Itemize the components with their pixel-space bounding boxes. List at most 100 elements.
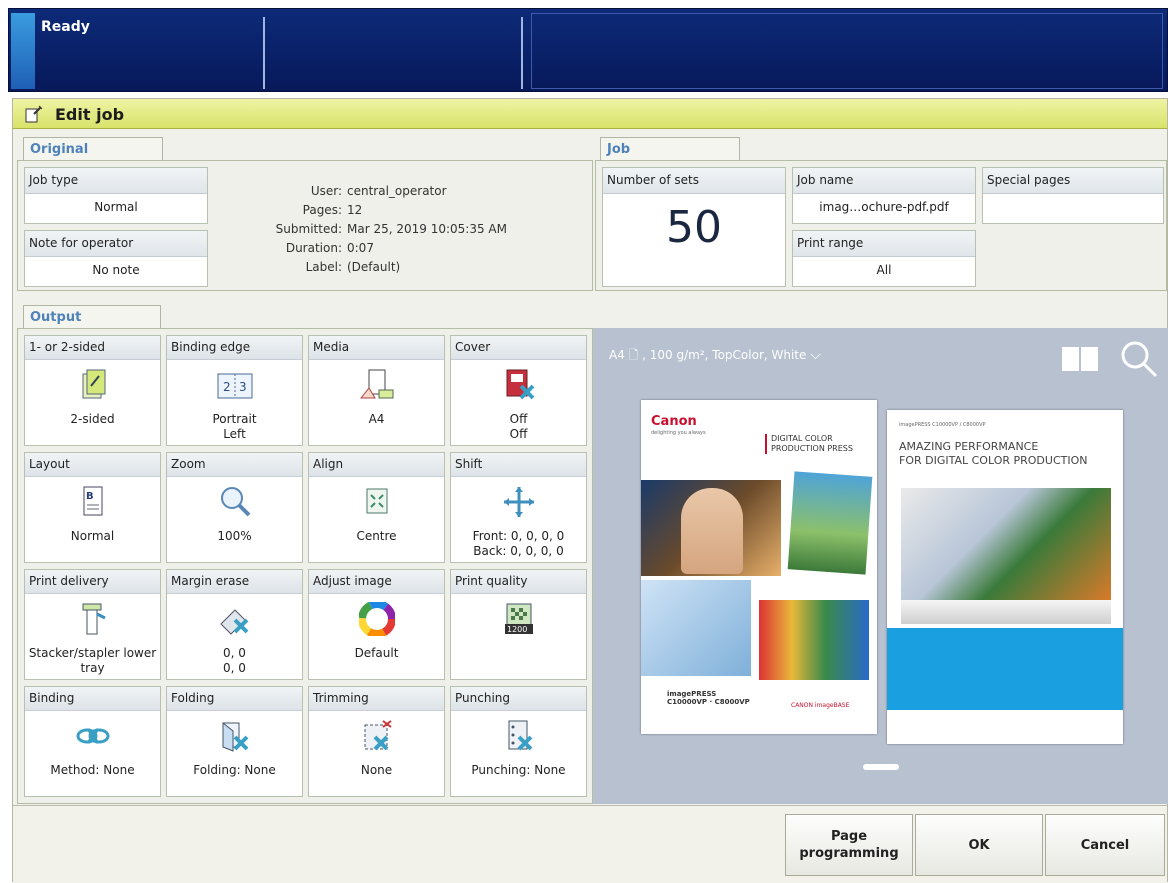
margin-erase-tile[interactable]: Margin erase 0, 0 0, 0 xyxy=(166,569,303,680)
page-icon: 🗋 xyxy=(628,348,639,362)
window-title: Edit job xyxy=(55,105,125,124)
info-value: (Default) xyxy=(347,260,401,274)
cancel-button[interactable]: Cancel xyxy=(1045,814,1165,876)
tile-label: Binding edge xyxy=(167,336,302,360)
svg-text:2: 2 xyxy=(223,380,231,394)
number-of-sets-field[interactable]: Number of sets 50 xyxy=(602,167,786,287)
tile-label: Margin erase xyxy=(167,570,302,594)
margin-erase-icon xyxy=(219,609,248,635)
align-icon xyxy=(366,488,387,514)
info-value: Mar 25, 2019 10:05:35 AM xyxy=(347,222,507,236)
tile-value: Punching: None xyxy=(471,763,566,777)
page1-footer: CANON imageBASE xyxy=(791,702,850,709)
tile-value: A4 xyxy=(368,412,385,426)
zoom-tile[interactable]: Zoom 100% xyxy=(166,452,303,563)
ok-button[interactable]: OK xyxy=(915,814,1043,876)
media-detail: , 100 g/m², TopColor, White xyxy=(642,348,807,362)
tab-job[interactable]: Job xyxy=(600,137,740,161)
brand-sub: delighting you always xyxy=(651,430,706,436)
shift-tile[interactable]: Shift Front: 0, 0, 0, 0 Back: 0, 0, 0, 0 xyxy=(450,452,587,563)
tile-value: Front: 0, 0, 0, 0 Back: 0, 0, 0, 0 xyxy=(472,529,565,558)
job-type-field[interactable]: Job type Normal xyxy=(24,167,208,224)
page1-product: imagePRESS C10000VP · C8000VP xyxy=(667,690,750,706)
job-type-value: Normal xyxy=(94,200,138,214)
print-delivery-tile[interactable]: Print delivery Stacker/stapler lower tra… xyxy=(24,569,161,680)
cover-icon xyxy=(506,369,534,400)
tile-value: Off Off xyxy=(509,412,528,441)
media-icon xyxy=(359,369,393,399)
tile-value: 2-sided xyxy=(70,412,115,426)
cover-tile[interactable]: Cover Off Off xyxy=(450,335,587,446)
preview-scroll-handle[interactable] xyxy=(863,764,899,770)
print-delivery-icon xyxy=(82,603,106,635)
status-accent xyxy=(11,13,35,89)
tile-value: 0, 0 0, 0 xyxy=(223,646,246,675)
photo-person xyxy=(681,488,743,574)
print-quality-icon: 1200 xyxy=(504,603,533,634)
duplex-icon xyxy=(82,369,105,399)
info-value: central_operator xyxy=(347,184,447,198)
photo-houses xyxy=(759,600,869,680)
layout-tile[interactable]: Layout B Normal xyxy=(24,452,161,563)
media-size: A4 xyxy=(609,348,625,362)
info-key: Submitted: xyxy=(275,222,342,236)
svg-text:B: B xyxy=(86,491,94,502)
punching-tile[interactable]: Punching Punching: None xyxy=(450,686,587,797)
note-for-operator-field[interactable]: Note for operator No note xyxy=(24,230,208,287)
page2-blue-band xyxy=(887,628,1123,710)
trimming-tile[interactable]: Trimming None xyxy=(308,686,445,797)
magnifier-icon[interactable] xyxy=(1119,340,1159,378)
media-selector[interactable]: A4 🗋 , 100 g/m², TopColor, White ⌵ xyxy=(609,346,821,367)
photo-press-machine xyxy=(901,600,1111,624)
job-info: User: central_operator Pages: 12 Submitted… xyxy=(218,184,578,279)
binding-tile[interactable]: Binding Method: None xyxy=(24,686,161,797)
special-pages-field[interactable]: Special pages xyxy=(982,167,1164,224)
binding-edge-tile[interactable]: Binding edge 23 Portrait Left xyxy=(166,335,303,446)
print-range-label: Print range xyxy=(793,231,975,257)
tile-value: Folding: None xyxy=(193,763,276,777)
photo-man xyxy=(641,580,751,676)
tile-value: 100% xyxy=(217,529,252,543)
status-text: Ready xyxy=(41,19,90,35)
tile-label: 1- or 2-sided xyxy=(25,336,160,360)
tile-label: Print quality xyxy=(451,570,586,594)
preview-page-front[interactable]: Canon delighting you always DIGITAL COLO… xyxy=(641,400,877,734)
tile-value: Normal xyxy=(70,529,115,543)
preview-page-back[interactable]: imagePRESS C10000VP / C8000VP AMAZING PE… xyxy=(887,410,1123,744)
info-value: 0:07 xyxy=(347,241,374,255)
tab-original[interactable]: Original xyxy=(23,137,163,161)
adjust-image-tile[interactable]: Adjust image Default xyxy=(308,569,445,680)
trimming-icon xyxy=(364,720,392,751)
tile-value: Method: None xyxy=(50,763,135,777)
print-range-value: All xyxy=(876,263,892,277)
job-name-field[interactable]: Job name imag…ochure-pdf.pdf xyxy=(792,167,976,224)
output-panel: 1- or 2-sided 2-sided Binding edge 23 Po… xyxy=(17,328,593,804)
page2-headline: AMAZING PERFORMANCE FOR DIGITAL COLOR PR… xyxy=(899,440,1088,467)
duplex-tile[interactable]: 1- or 2-sided 2-sided xyxy=(24,335,161,446)
color-wheel-icon xyxy=(358,602,395,636)
status-bar: Ready xyxy=(8,8,1168,92)
folding-tile[interactable]: Folding Folding: None xyxy=(166,686,303,797)
info-key: Label: xyxy=(305,260,342,274)
tab-output[interactable]: Output xyxy=(23,305,161,329)
tile-value: Centre xyxy=(356,529,397,543)
photo-stadium xyxy=(641,480,781,576)
job-panel: Number of sets 50 Job name imag…ochure-p… xyxy=(595,160,1167,291)
media-tile[interactable]: Media A4 xyxy=(308,335,445,446)
shift-icon xyxy=(503,487,534,517)
info-key: User: xyxy=(310,184,342,198)
print-quality-tile[interactable]: Print quality 1200 xyxy=(450,569,587,680)
status-area xyxy=(531,13,1163,89)
page-programming-button[interactable]: Page programming xyxy=(785,814,913,876)
window-titlebar: Edit job xyxy=(13,99,1167,129)
layout-icon: B xyxy=(83,486,102,516)
chevron-down-icon[interactable]: ⌵ xyxy=(810,347,821,363)
page1-headline: DIGITAL COLOR PRODUCTION PRESS xyxy=(765,434,853,454)
tile-label: Align xyxy=(309,453,444,477)
special-pages-label: Special pages xyxy=(983,168,1163,194)
book-view-icon[interactable] xyxy=(1061,346,1099,372)
print-range-field[interactable]: Print range All xyxy=(792,230,976,287)
tile-label: Print delivery xyxy=(25,570,160,594)
folding-icon xyxy=(222,721,248,752)
align-tile[interactable]: Align Centre xyxy=(308,452,445,563)
